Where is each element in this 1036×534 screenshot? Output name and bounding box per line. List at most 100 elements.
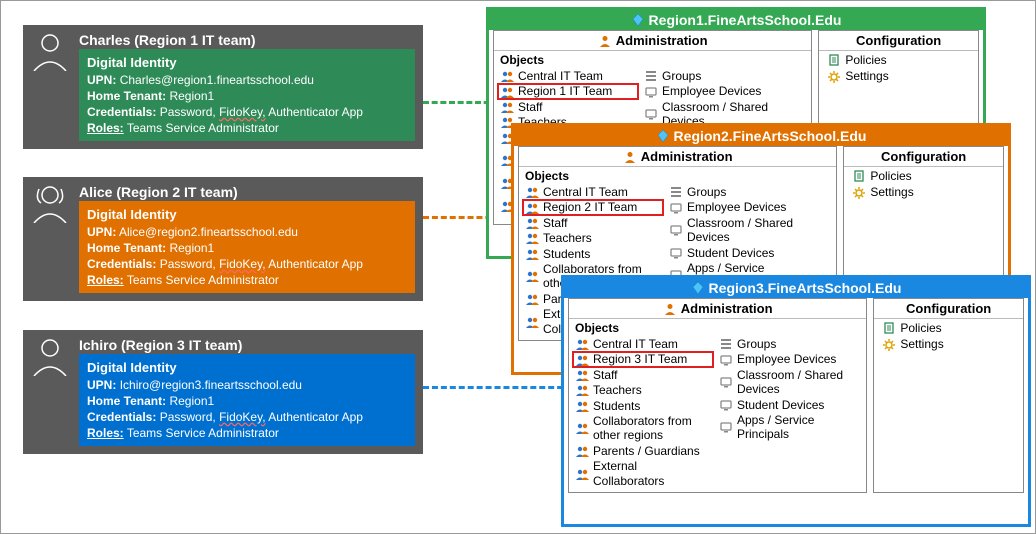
people-icon [500,100,514,114]
item-label: Groups [662,69,701,83]
gear-icon [882,338,896,352]
list-item: Teachers [573,383,713,397]
people-icon [525,185,539,199]
people-icon [525,201,539,215]
person-icon [598,34,612,48]
list-item: Collaborators from other regions [573,414,713,443]
item-label: Region 3 IT Team [593,352,687,366]
item-label: Groups [687,185,726,199]
admin-label: Administration [641,149,733,164]
device-icon [669,223,683,237]
policy-icon [827,53,841,67]
device-icon [669,246,683,260]
people-icon [500,69,514,83]
list-item: Staff [523,216,663,230]
diamond-icon [631,13,645,27]
list-item: Region 1 IT Team [498,84,638,98]
objects-label: Objects [494,51,811,67]
device-icon [644,85,658,99]
admin-label: Administration [681,301,773,316]
config-label: Configuration [906,301,991,316]
list-item: Students [573,399,713,413]
list-icon [719,337,733,351]
item-label: Teachers [543,231,592,245]
person-card-alice: Alice (Region 2 IT team) Digital Identit… [23,177,423,301]
item-label: Settings [870,185,913,199]
people-icon [575,337,589,351]
list-item: Region 3 IT Team [573,352,713,366]
list-item: Central IT Team [498,69,638,83]
device-icon [669,201,683,215]
item-label: Policies [845,53,886,67]
avatar-icon [31,336,69,376]
item-label: External Collaborators [593,459,711,488]
item-label: Apps / Service Principals [737,413,845,442]
people-icon [575,421,589,435]
item-label: Employee Devices [737,352,836,366]
item-label: Classroom / Shared Devices [687,216,795,245]
person-icon [663,302,677,316]
identity-heading: Digital Identity [87,206,407,224]
device-icon [719,375,733,389]
diamond-icon [691,281,705,295]
item-label: Collaborators from other regions [593,414,711,443]
people-icon [575,399,589,413]
item-label: Staff [518,100,542,114]
list-icon [644,69,658,83]
person-title: Alice (Region 2 IT team) [79,183,238,200]
item-label: Staff [593,368,617,382]
avatar-icon [31,183,69,223]
item-label: Central IT Team [543,185,628,199]
list-item: Settings [880,337,1017,351]
config-panel: Configuration Policies Settings [873,298,1024,493]
item-label: Students [543,247,590,261]
tenant-title: Region3.FineArtsSchool.Edu [564,278,1028,298]
item-label: Central IT Team [593,337,678,351]
people-icon [525,292,539,306]
item-label: Classroom / Shared Devices [737,368,845,397]
item-label: Parents / Guardians [593,444,700,458]
person-icon [623,150,637,164]
list-item: Student Devices [667,246,797,260]
people-icon [575,383,589,397]
item-label: Policies [900,321,941,335]
person-title: Ichiro (Region 3 IT team) [79,336,242,353]
item-label: Student Devices [737,398,824,412]
list-item: Policies [850,169,997,183]
device-icon [719,420,733,434]
item-label: Groups [737,337,776,351]
avatar-icon [31,31,69,71]
device-icon [644,107,658,121]
list-item: Classroom / Shared Devices [667,216,797,245]
device-icon [719,398,733,412]
people-icon [525,231,539,245]
list-item: Groups [642,69,772,83]
people-icon [575,368,589,382]
admin-label: Administration [616,33,708,48]
list-item: Student Devices [717,398,847,412]
person-title: Charles (Region 1 IT team) [79,31,256,48]
list-item: Classroom / Shared Devices [717,368,847,397]
item-label: Staff [543,216,567,230]
list-item: Groups [717,337,847,351]
people-icon [575,353,589,367]
list-item: Employee Devices [667,200,797,214]
objects-left-col: Central IT TeamRegion 3 IT Team StaffTeac… [573,337,713,488]
item-label: Teachers [593,383,642,397]
admin-panel: Administration Objects Central IT TeamRe… [568,298,867,493]
item-label: Settings [900,337,943,351]
config-label: Configuration [881,149,966,164]
identity-box: Digital Identity UPN: Charles@region1.fi… [79,49,415,141]
policy-icon [852,169,866,183]
list-item: Employee Devices [717,352,847,366]
person-card-ichiro: Ichiro (Region 3 IT team) Digital Identi… [23,330,423,454]
item-label: Policies [870,169,911,183]
people-icon [525,315,539,329]
person-card-charles: Charles (Region 1 IT team) Digital Ident… [23,25,423,149]
objects-right-col: GroupsEmployee Devices Classroom / Shared… [717,337,847,488]
list-item: External Collaborators [573,459,713,488]
list-item: Employee Devices [642,84,772,98]
tenant-title: Region2.FineArtsSchool.Edu [514,126,1008,146]
list-item: Policies [825,53,972,67]
list-item: Staff [498,100,638,114]
